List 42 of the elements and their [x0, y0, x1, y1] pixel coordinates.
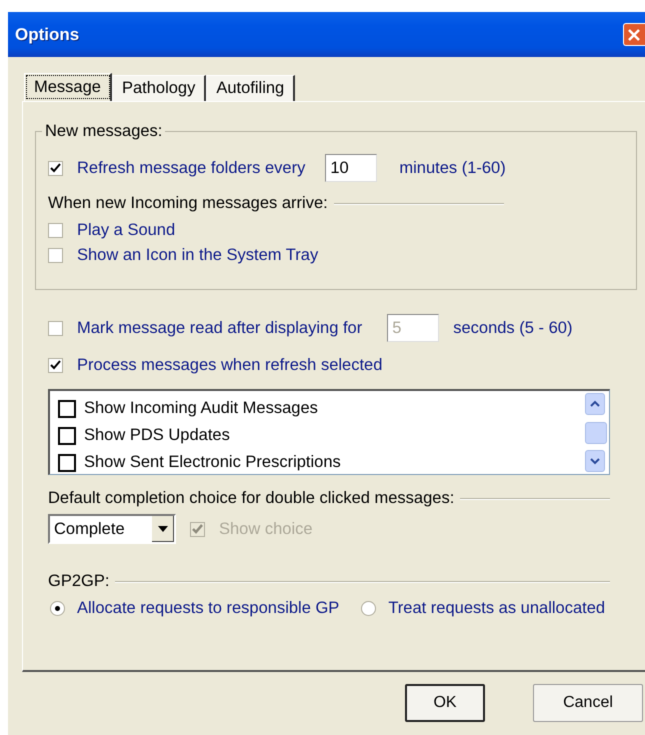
- completion-dropdown[interactable]: Complete: [48, 514, 176, 544]
- radio-label[interactable]: Allocate requests to responsible GP: [77, 599, 340, 618]
- minutes-field[interactable]: 10: [325, 154, 378, 182]
- radio-button[interactable]: [50, 601, 65, 616]
- checkbox[interactable]: [48, 223, 63, 238]
- dialog-button[interactable]: Cancel: [533, 684, 643, 722]
- checkbox[interactable]: [48, 320, 63, 336]
- up-caret-icon: [589, 400, 601, 408]
- close-icon: [627, 28, 641, 42]
- close-button[interactable]: [623, 23, 645, 46]
- tab[interactable]: Message: [24, 73, 112, 101]
- list-item[interactable]: Show Sent Electronic Prescriptions: [84, 453, 341, 472]
- checkbox[interactable]: [58, 400, 76, 418]
- radio-button[interactable]: [361, 601, 376, 616]
- section-heading: When new Incoming messages arrive:: [48, 194, 328, 213]
- list-item[interactable]: Show PDS Updates: [84, 426, 230, 445]
- checkbox-label[interactable]: Refresh message folders every: [77, 158, 306, 178]
- down-caret-icon: [589, 457, 601, 465]
- checkbox[interactable]: [58, 454, 76, 472]
- checkbox-label[interactable]: Mark message read after displaying for: [77, 318, 362, 338]
- field-suffix: minutes (1-60): [399, 158, 506, 178]
- checkbox-label[interactable]: Process messages when refresh selected: [77, 356, 382, 375]
- field-suffix: seconds (5 - 60): [453, 318, 572, 338]
- checkbox-label[interactable]: Play a Sound: [77, 221, 176, 240]
- radio-label[interactable]: Treat requests as unallocated: [388, 599, 606, 618]
- scroll-down-button[interactable]: [585, 450, 605, 472]
- section-heading: Default completion choice for double clicked messages:: [48, 489, 454, 508]
- dropdown-arrow-icon: [158, 526, 168, 532]
- checkbox[interactable]: [58, 426, 76, 444]
- checkbox[interactable]: [48, 160, 63, 176]
- checkbox[interactable]: [48, 248, 63, 263]
- tab[interactable]: Pathology: [112, 75, 206, 101]
- tab[interactable]: Autofiling: [206, 75, 296, 101]
- checkbox-label[interactable]: Show an Icon in the System Tray: [77, 246, 318, 265]
- dialog-button[interactable]: OK: [405, 684, 485, 722]
- group-title: New messages:: [42, 122, 166, 140]
- list-item[interactable]: Show Incoming Audit Messages: [84, 399, 318, 418]
- checkbox[interactable]: [48, 358, 63, 373]
- scrollbar-thumb[interactable]: [585, 422, 607, 444]
- scroll-up-button[interactable]: [585, 393, 605, 415]
- section-heading: GP2GP:: [48, 572, 110, 591]
- window-title: Options: [14, 24, 80, 44]
